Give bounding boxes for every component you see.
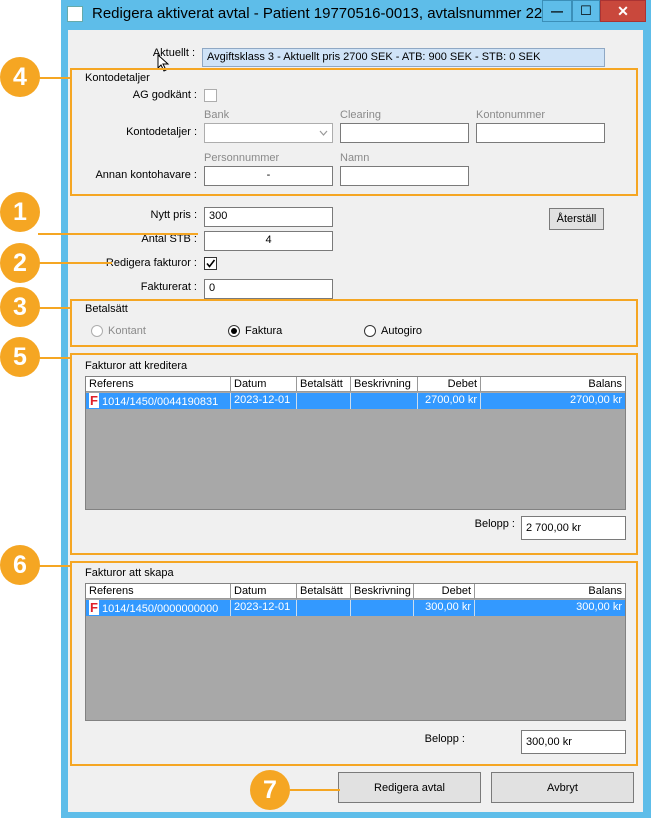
window-title: Redigera aktiverat avtal - Patient 19770… [92,5,555,22]
row-datum: 2023-12-01 [231,393,297,409]
col-referens[interactable]: Referens [86,584,231,599]
table-row[interactable]: F 1014/1450/0044190831 2023-12-01 2700,00… [86,393,625,409]
col-balans[interactable]: Balans [481,377,625,392]
col-debet[interactable]: Debet [414,584,475,599]
betalsatt-highlight [70,299,638,347]
minimize-icon: — [551,4,563,18]
skapa-belopp-field: 300,00 kr [521,730,626,754]
bank-select[interactable] [204,123,333,143]
col-datum[interactable]: Datum [231,584,297,599]
betalsatt-group-title: Betalsätt [83,303,130,315]
fakturerat-label: Fakturerat : [140,281,197,293]
kontonummer-input[interactable] [476,123,605,143]
col-beskrivning[interactable]: Beskrivning [351,584,414,599]
row-referens: 1014/1450/0044190831 [101,396,219,408]
radio-circle-selected [228,325,240,337]
callout-badge-3: 3 [0,287,40,327]
callout-line-6 [38,565,72,567]
aktuellt-value: Avgiftsklass 3 - Aktuellt pris 2700 SEK … [202,48,605,67]
row-beskrivning [351,393,418,409]
kontonummer-header: Kontonummer [476,109,546,121]
chevron-down-icon [319,130,328,136]
callout-badge-5: 5 [0,337,40,377]
row-debet: 300,00 kr [414,600,475,616]
namn-header: Namn [340,152,370,164]
ag-godkant-label: AG godkänt : [132,89,197,101]
aterstall-button[interactable]: Återställ [549,208,604,230]
callout-line-5 [38,357,72,359]
row-betalsatt [297,600,351,616]
radio-faktura-label: Faktura [245,325,283,337]
radio-autogiro-label: Autogiro [381,325,422,337]
close-button[interactable]: ✕ [600,0,646,22]
redigera-avtal-button[interactable]: Redigera avtal [338,772,481,803]
kreditera-grid-header: Referens Datum Betalsätt Beskrivning Deb… [86,377,625,392]
namn-input[interactable] [340,166,469,186]
personnummer-header: Personnummer [204,152,280,164]
fakturerat-input[interactable]: 0 [204,279,333,299]
kontodetaljer-label: Kontodetaljer : [126,126,197,138]
row-debet: 2700,00 kr [418,393,481,409]
callout-badge-4: 4 [0,57,40,97]
callout-badge-1: 1 [0,192,40,232]
callout-line-7 [290,789,340,791]
redigera-fakturor-checkbox[interactable] [204,257,217,270]
maximize-icon: ☐ [580,3,592,18]
row-betalsatt [297,393,351,409]
row-datum: 2023-12-01 [231,600,297,616]
callout-line-1 [38,233,198,235]
close-icon: ✕ [617,2,629,19]
radio-faktura[interactable]: Faktura [228,325,282,337]
row-balans: 300,00 kr [576,601,622,613]
kreditera-grid[interactable]: Referens Datum Betalsätt Beskrivning Deb… [85,376,626,510]
clearing-header: Clearing [340,109,381,121]
personnummer-input[interactable]: - [204,166,333,186]
clearing-input[interactable] [340,123,469,143]
skapa-grid[interactable]: Referens Datum Betalsätt Beskrivning Deb… [85,583,626,721]
callout-line-4 [38,77,72,79]
maximize-button[interactable]: ☐ [572,0,600,22]
invoice-f-icon: F [89,393,99,408]
row-beskrivning [351,600,414,616]
col-balans[interactable]: Balans [475,584,625,599]
minimize-button[interactable]: — [542,0,572,22]
checkmark-icon [206,259,216,268]
ag-godkant-checkbox[interactable] [204,89,217,102]
kreditera-group-title: Fakturor att kreditera [83,360,190,372]
radio-circle [91,325,103,337]
callout-line-3 [38,307,72,309]
invoice-f-icon: F [89,600,99,615]
skapa-group-title: Fakturor att skapa [83,567,176,579]
radio-circle [364,325,376,337]
radio-autogiro[interactable]: Autogiro [364,325,422,337]
col-debet[interactable]: Debet [418,377,481,392]
avbryt-button[interactable]: Avbryt [491,772,634,803]
antal-stb-stepper[interactable]: 4 [204,231,333,251]
row-referens: 1014/1450/0000000000 [101,603,219,615]
col-betalsatt[interactable]: Betalsätt [297,584,351,599]
app-icon [67,6,83,22]
col-referens[interactable]: Referens [86,377,231,392]
row-balans: 2700,00 kr [570,394,622,406]
callout-badge-7: 7 [250,770,290,810]
kreditera-belopp-field: 2 700,00 kr [521,516,626,540]
nytt-pris-label: Nytt pris : [150,209,197,221]
table-row[interactable]: F 1014/1450/0000000000 2023-12-01 300,00 … [86,600,625,616]
bank-header: Bank [204,109,230,121]
radio-kontant[interactable]: Kontant [91,325,146,337]
kreditera-belopp-label: Belopp : [474,518,515,530]
annan-kontohavare-label: Annan kontohavare : [95,169,197,181]
nytt-pris-input[interactable]: 300 [204,207,333,227]
radio-kontant-label: Kontant [108,325,146,337]
callout-badge-6: 6 [0,545,40,585]
skapa-belopp-label: Belopp : [424,733,465,745]
col-datum[interactable]: Datum [231,377,297,392]
kontodetaljer-group-title: Kontodetaljer [83,72,152,84]
col-betalsatt[interactable]: Betalsätt [297,377,351,392]
col-beskrivning[interactable]: Beskrivning [351,377,418,392]
callout-line-2 [38,262,112,264]
skapa-grid-header: Referens Datum Betalsätt Beskrivning Deb… [86,584,625,599]
callout-badge-2: 2 [0,243,40,283]
